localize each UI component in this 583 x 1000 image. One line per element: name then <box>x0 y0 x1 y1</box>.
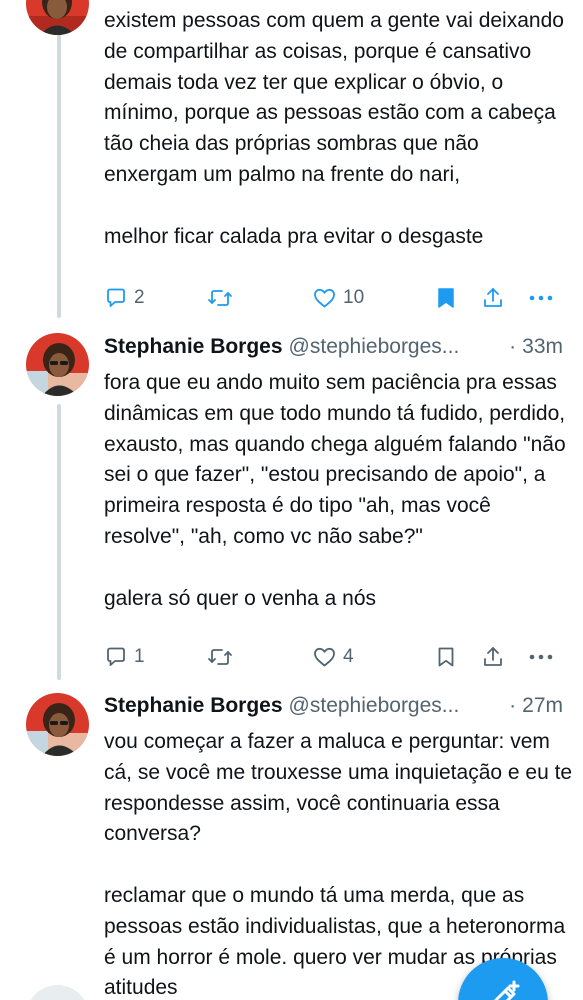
author-name[interactable]: Stephanie Borges <box>104 335 283 359</box>
tweet-paragraph: melhor ficar calada pra evitar o desgast… <box>104 224 484 248</box>
tweet-text: existem pessoas com quem a gente vai dei… <box>104 6 574 252</box>
more-button[interactable] <box>528 642 554 672</box>
bookmark-icon <box>434 645 458 669</box>
like-button[interactable]: 4 <box>312 642 354 672</box>
share-icon <box>481 286 505 310</box>
tweet-paragraph: fora que eu ando muito sem paciência pra… <box>104 371 566 548</box>
bookmark-icon <box>434 286 458 310</box>
avatar[interactable] <box>26 333 89 396</box>
author-handle[interactable]: @stephieborges... <box>289 335 502 359</box>
bookmark-button[interactable] <box>434 642 458 672</box>
separator-dot: · <box>509 694 517 717</box>
tweet-paragraph: existem pessoas com quem a gente vai dei… <box>104 9 564 186</box>
avatar[interactable] <box>26 693 89 756</box>
thread-line <box>57 0 61 318</box>
more-icon <box>528 286 554 310</box>
tweet-actions: 2 10 <box>104 283 566 313</box>
heart-icon <box>312 286 337 310</box>
share-button[interactable] <box>481 642 505 672</box>
share-icon <box>481 645 505 669</box>
share-button[interactable] <box>481 283 505 313</box>
avatar[interactable] <box>26 0 89 35</box>
like-button[interactable]: 10 <box>312 283 364 313</box>
reply-count: 1 <box>134 646 145 667</box>
avatar[interactable] <box>26 985 89 1000</box>
thread-line <box>57 404 61 680</box>
tweet-text: fora que eu ando muito sem paciência pra… <box>104 368 574 614</box>
author-name[interactable]: Stephanie Borges <box>104 694 283 718</box>
timestamp[interactable]: 33m <box>522 335 563 359</box>
separator-dot: · <box>509 335 517 358</box>
tweet-actions: 1 4 <box>104 642 566 672</box>
retweet-button[interactable] <box>207 283 233 313</box>
more-icon <box>528 645 554 669</box>
tweet-paragraph: galera só quer o venha a nós <box>104 586 377 610</box>
reply-button[interactable]: 1 <box>104 642 145 672</box>
reply-icon <box>104 286 128 310</box>
bookmark-button[interactable] <box>434 283 458 313</box>
like-count: 10 <box>343 287 365 308</box>
reply-count: 2 <box>134 287 145 308</box>
author-handle[interactable]: @stephieborges... <box>289 694 502 718</box>
tweet-paragraph: vou começar a fazer a maluca e perguntar… <box>104 730 573 846</box>
timestamp[interactable]: 27m <box>522 694 563 718</box>
reply-button[interactable]: 2 <box>104 283 145 313</box>
heart-icon <box>312 645 337 669</box>
tweet-header: Stephanie Borges @stephieborges... · 33m <box>104 335 563 359</box>
retweet-icon <box>207 286 233 310</box>
retweet-icon <box>207 645 233 669</box>
retweet-button[interactable] <box>207 642 233 672</box>
reply-icon <box>104 645 128 669</box>
tweet-header: Stephanie Borges @stephieborges... · 27m <box>104 694 563 718</box>
like-count: 4 <box>343 646 354 667</box>
more-button[interactable] <box>528 283 554 313</box>
